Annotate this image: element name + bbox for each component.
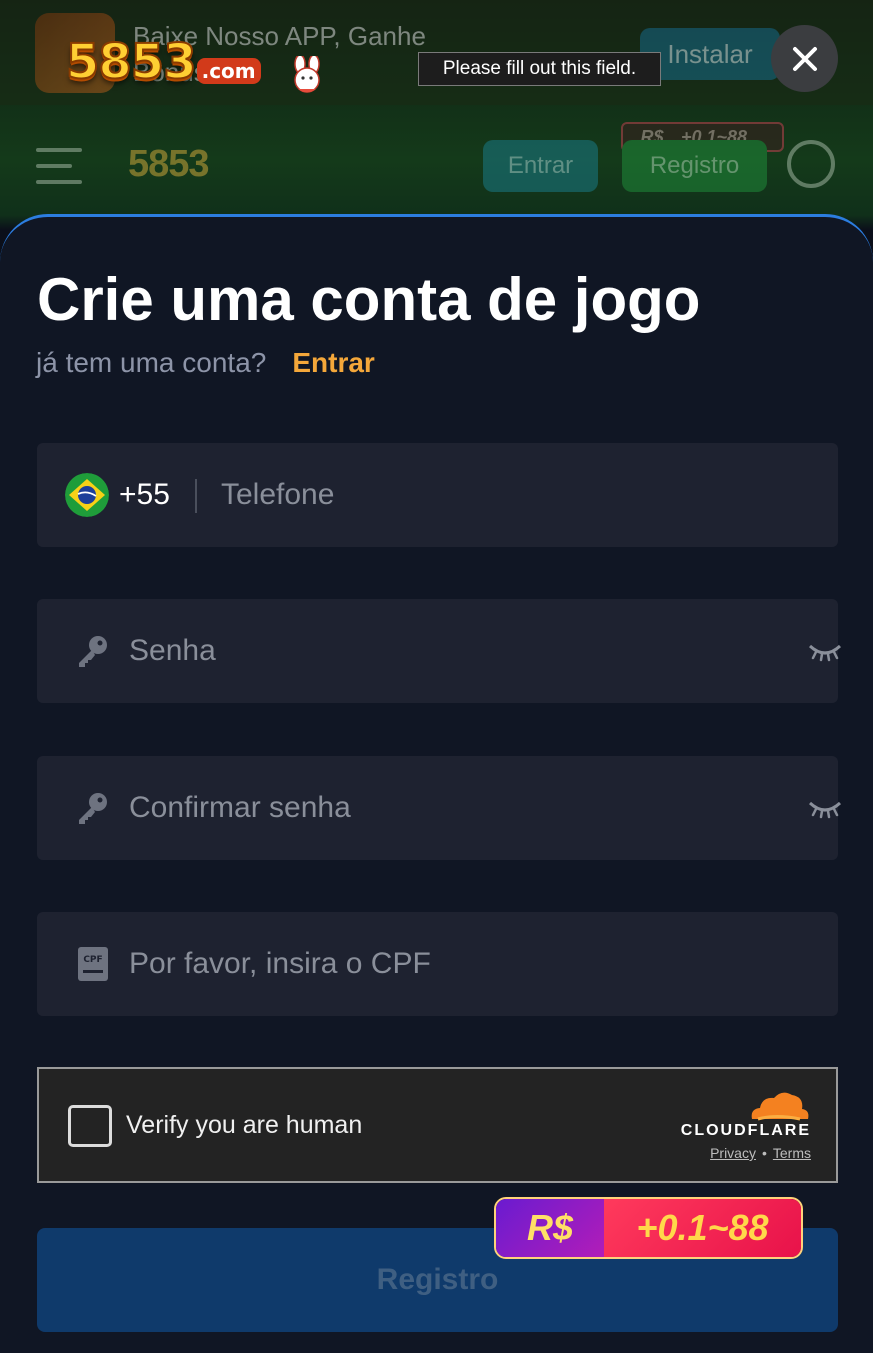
cloudflare-links: Privacy • Terms (676, 1145, 811, 1161)
install-button[interactable]: Instalar (640, 28, 780, 80)
close-button[interactable] (771, 25, 838, 92)
confirm-password-field[interactable]: Confirmar senha (37, 756, 842, 860)
header-logo: 5853 (128, 143, 210, 185)
validation-tooltip: Please fill out this field. (418, 52, 661, 86)
svg-text:CPF: CPF (83, 955, 102, 965)
cpf-input[interactable]: Por favor, insira o CPF (129, 912, 431, 1016)
brazil-flag-icon (65, 473, 109, 517)
phone-input[interactable]: Telefone (221, 443, 334, 547)
site-logo: 5853 .com (65, 30, 320, 93)
header-login-button[interactable]: Entrar (483, 140, 598, 192)
logo-number: 5853 (65, 33, 198, 91)
country-code[interactable]: +55 (119, 443, 170, 547)
captcha-checkbox[interactable] (68, 1105, 112, 1147)
login-link[interactable]: Entrar (292, 347, 374, 379)
bunny-mascot-icon (294, 56, 320, 93)
bonus-promo-badge[interactable]: R$ +0.1~88 (494, 1197, 803, 1259)
link-separator: • (761, 1145, 767, 1161)
login-prompt: já tem uma conta? Entrar (36, 347, 375, 379)
menu-icon[interactable] (36, 146, 82, 186)
key-icon (79, 636, 107, 667)
terms-link[interactable]: Terms (773, 1145, 811, 1161)
phone-field[interactable]: +55 Telefone (37, 443, 838, 547)
close-icon (792, 46, 817, 71)
cloudflare-cloud-icon (751, 1092, 809, 1121)
key-icon (79, 793, 107, 824)
cpf-card-icon: CPF (78, 947, 108, 981)
confirm-password-input[interactable]: Confirmar senha (129, 756, 351, 860)
promo-currency: R$ (496, 1199, 604, 1257)
captcha-widget: Verify you are human CLOUDFLARE Privacy •… (37, 1067, 838, 1183)
promo-amount: +0.1~88 (604, 1199, 801, 1257)
modal-title: Crie uma conta de jogo (37, 266, 701, 333)
password-field[interactable]: Senha (37, 599, 842, 703)
search-icon[interactable] (787, 140, 835, 188)
header-register-button[interactable]: Registro (622, 140, 767, 192)
registration-screen: Baixe Nosso APP, Ganhe Bônus! Instalar 5… (0, 0, 873, 1353)
privacy-link[interactable]: Privacy (710, 1145, 756, 1161)
captcha-label: Verify you are human (126, 1110, 363, 1139)
password-input[interactable]: Senha (129, 599, 216, 703)
login-prompt-text: já tem uma conta? (36, 347, 267, 378)
eye-closed-icon[interactable] (808, 797, 842, 819)
cloudflare-wordmark: CLOUDFLARE (680, 1122, 811, 1139)
eye-closed-icon[interactable] (808, 640, 842, 662)
logo-suffix: .com (196, 58, 261, 84)
cpf-field[interactable]: CPF Por favor, insira o CPF (37, 912, 838, 1016)
field-divider (195, 479, 197, 513)
